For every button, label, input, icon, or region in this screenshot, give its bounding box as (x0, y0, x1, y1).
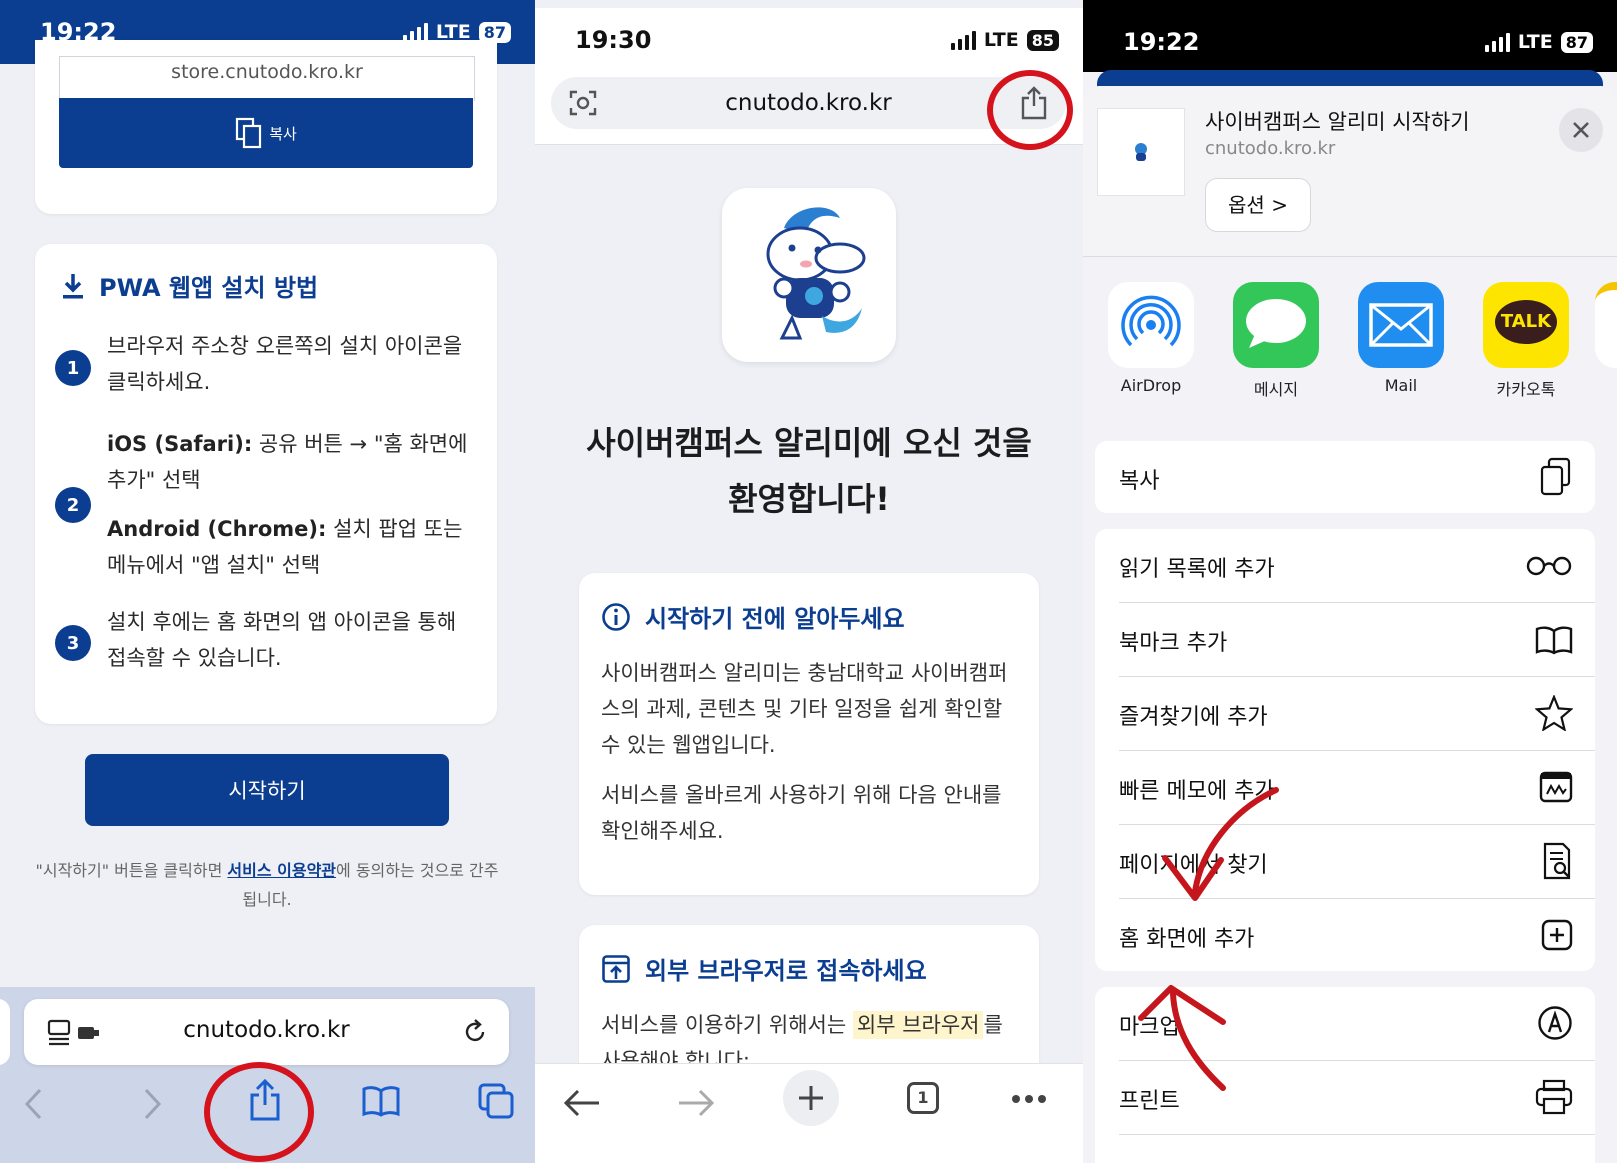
notice-paragraph-2: 서비스를 올바르게 사용하기 위해 다음 안내를 확인해주세요. (601, 783, 1002, 843)
step-number-3: 3 (55, 625, 91, 661)
share-highlight-circle (987, 70, 1073, 150)
external-title: 외부 브라우저로 접속하세요 (645, 957, 927, 985)
panel-share-sheet: 19:22 LTE 87 사이버캠퍼스 알리미 시작하기 cnutodo.kro… (1083, 0, 1617, 1163)
download-icon (63, 273, 83, 298)
pwa-title: PWA 웹앱 설치 방법 (99, 274, 319, 302)
mascot-image (766, 207, 866, 340)
step-2-android: Android (Chrome): 설치 팝업 또는 메뉴에서 "앱 설치" 선… (107, 511, 472, 583)
tabs-icon[interactable] (478, 1083, 514, 1119)
copy-label: 복사 (269, 124, 297, 143)
panel-install-guide: 19:22 LTE 87 store.cnutodo.kro.kr 복사 PWA… (0, 0, 535, 1163)
step-2-ios: iOS (Safari): 공유 버튼 → "홈 화면에 추가" 선택 (107, 426, 472, 498)
back-icon[interactable] (563, 1088, 601, 1118)
address-text: cnutodo.kro.kr (183, 1017, 350, 1043)
network-label: LTE (983, 29, 1019, 51)
terms-link[interactable]: 서비스 이용약관 (227, 861, 336, 880)
tab-count-button[interactable]: 1 (907, 1082, 939, 1114)
signal-icon (950, 30, 976, 50)
forward-icon[interactable] (140, 1087, 164, 1121)
app-logo (722, 188, 896, 362)
external-highlight: 외부 브라우저 (852, 1011, 984, 1039)
step-1-text: 브라우저 주소창 오른쪽의 설치 아이콘을 클릭하세요. (107, 334, 463, 394)
terms-prefix: "시작하기" 버튼을 클릭하면 (35, 861, 228, 880)
store-url-field[interactable]: store.cnutodo.kro.kr (59, 56, 475, 101)
bookmarks-icon[interactable] (362, 1085, 400, 1117)
notice-paragraph-1: 사이버캠퍼스 알리미는 충남대학교 사이버캠퍼스의 과제, 콘텐츠 및 기타 일… (601, 661, 1008, 757)
info-icon (602, 602, 630, 631)
pwa-title-row: PWA 웹앱 설치 방법 (61, 268, 318, 303)
panel-welcome-page: 19:30 LTE 85 cnutodo.kro.kr 사이버캠퍼스 알리미에 … (535, 0, 1083, 1163)
step-3-text: 설치 후에는 홈 화면의 앱 아이콘을 통해 접속할 수 있습니다. (107, 610, 457, 670)
battery-badge: 85 (1026, 29, 1059, 51)
store-url-card: store.cnutodo.kro.kr 복사 (35, 40, 497, 214)
reload-icon[interactable] (461, 1018, 489, 1046)
android-label: Android (Chrome): (107, 517, 327, 541)
welcome-line-2: 환영합니다! (728, 480, 890, 518)
ios-label: iOS (Safari): (107, 432, 253, 456)
status-time: 19:30 (575, 26, 652, 54)
share-highlight-circle (204, 1062, 314, 1162)
terms-notice: "시작하기" 버튼을 클릭하면 서비스 이용약관에 동의하는 것으로 간주됩니다… (34, 856, 500, 914)
chrome-bottom-toolbar: 1 (535, 1063, 1083, 1163)
address-bar[interactable]: cnutodo.kro.kr (24, 999, 509, 1065)
copy-icon (236, 117, 262, 149)
step-number-1: 1 (55, 350, 91, 386)
red-arrow-annotations (1138, 787, 1279, 1091)
start-button[interactable]: 시작하기 (85, 754, 449, 826)
notice-title-row: 시작하기 전에 알아두세요 (601, 599, 905, 634)
signal-icon (402, 22, 428, 42)
external-text-prefix: 서비스를 이용하기 위해서는 (601, 1013, 853, 1037)
plus-icon (799, 1086, 823, 1110)
open-external-icon (602, 954, 630, 983)
status-bar: 19:30 LTE 85 (535, 8, 1083, 72)
welcome-line-1: 사이버캠퍼스 알리미에 오신 것을 (586, 424, 1032, 462)
welcome-heading: 사이버캠퍼스 알리미에 오신 것을 환영합니다! (535, 415, 1083, 527)
forward-icon[interactable] (677, 1088, 715, 1118)
copy-button[interactable]: 복사 (59, 98, 473, 168)
notice-title: 시작하기 전에 알아두세요 (645, 605, 905, 633)
pwa-guide-card: PWA 웹앱 설치 방법 1 브라우저 주소창 오른쪽의 설치 아이콘을 클릭하… (35, 244, 497, 724)
step-number-2: 2 (55, 487, 91, 523)
previous-tab-edge (0, 999, 10, 1065)
external-title-row: 외부 브라우저로 접속하세요 (601, 951, 927, 986)
notice-card: 시작하기 전에 알아두세요 사이버캠퍼스 알리미는 충남대학교 사이버캠퍼스의 … (579, 573, 1039, 895)
more-icon[interactable] (1011, 1094, 1047, 1104)
new-tab-button[interactable] (783, 1070, 839, 1126)
back-icon[interactable] (22, 1087, 46, 1121)
status-signal: LTE 85 (950, 29, 1059, 51)
